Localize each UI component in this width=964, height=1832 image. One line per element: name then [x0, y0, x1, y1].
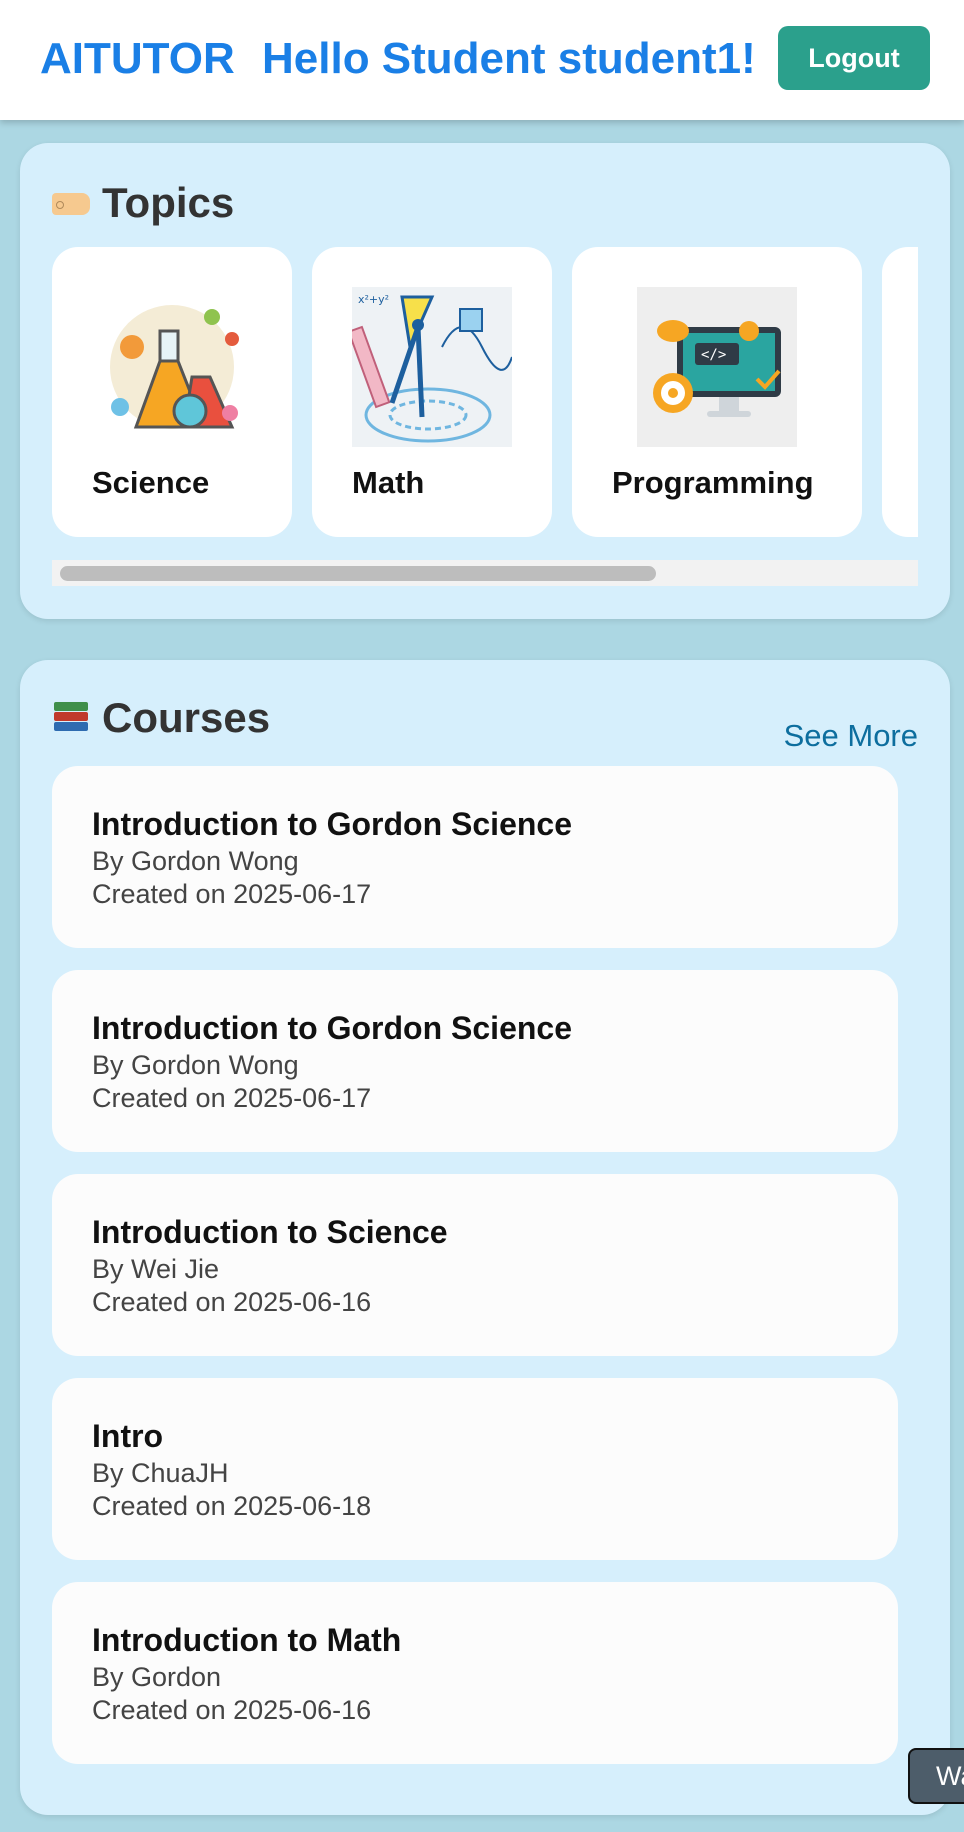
courses-title: Courses	[102, 694, 271, 741]
topics-carousel[interactable]: Science x²+y² Math </> Programming	[52, 247, 918, 537]
course-card[interactable]: Introduction to Gordon Science By Gordon…	[52, 766, 898, 948]
science-flasks-icon	[110, 305, 239, 429]
tag-icon	[52, 183, 92, 223]
greeting-text: Hello Student student1!	[262, 34, 756, 83]
topic-card-science[interactable]: Science	[52, 247, 292, 537]
course-title: Intro	[92, 1418, 164, 1454]
course-title: Introduction to Gordon Science	[92, 806, 572, 842]
courses-heading: Courses	[52, 694, 270, 742]
course-created-date: Created on 2025-06-17	[92, 1083, 372, 1113]
topics-title: Topics	[102, 179, 235, 226]
topic-label-math: Math	[352, 465, 425, 500]
see-more-link[interactable]: See More	[784, 718, 918, 754]
books-icon	[52, 698, 92, 738]
svg-text:</>: </>	[701, 347, 726, 363]
chat-widget-label: Wa	[936, 1760, 964, 1791]
course-title: Introduction to Gordon Science	[92, 1010, 572, 1046]
math-compass-icon: x²+y²	[352, 287, 512, 447]
svg-text:x²+y²: x²+y²	[358, 293, 389, 306]
topics-panel: Topics Science x²+y² Math </> Programmin…	[20, 143, 950, 619]
brand-logo[interactable]: AITUTOR	[40, 34, 235, 84]
topic-label-science: Science	[92, 465, 210, 500]
course-author: By Gordon	[92, 1662, 222, 1692]
topics-scroll-thumb[interactable]	[60, 566, 656, 581]
course-title: Introduction to Math	[92, 1622, 402, 1658]
course-created-date: Created on 2025-06-17	[92, 879, 372, 909]
course-card[interactable]: Introduction to Science By Wei Jie Creat…	[52, 1174, 898, 1356]
courses-panel: Courses See More Introduction to Gordon …	[20, 660, 950, 1815]
course-card[interactable]: Introduction to Gordon Science By Gordon…	[52, 970, 898, 1152]
topics-heading: Topics	[52, 179, 234, 227]
course-title: Introduction to Science	[92, 1214, 448, 1250]
course-created-date: Created on 2025-06-16	[92, 1695, 372, 1725]
top-header: AITUTOR Hello Student student1! Logout	[0, 0, 964, 120]
course-author: By ChuaJH	[92, 1458, 229, 1488]
course-card[interactable]: Introduction to Math By Gordon Created o…	[52, 1582, 898, 1764]
course-created-date: Created on 2025-06-18	[92, 1491, 372, 1521]
topic-card-partial[interactable]	[882, 247, 918, 537]
course-created-date: Created on 2025-06-16	[92, 1287, 372, 1317]
topic-card-programming[interactable]: </> Programming	[572, 247, 862, 537]
topic-label-programming: Programming	[612, 465, 814, 500]
programming-monitor-icon: </>	[637, 287, 797, 447]
course-author: By Wei Jie	[92, 1254, 220, 1284]
course-author: By Gordon Wong	[92, 846, 299, 876]
topic-card-math[interactable]: x²+y² Math	[312, 247, 552, 537]
chat-widget-button[interactable]: Wa	[908, 1748, 964, 1804]
topics-scrollbar[interactable]	[52, 560, 918, 586]
course-card[interactable]: Intro By ChuaJH Created on 2025-06-18	[52, 1378, 898, 1560]
course-author: By Gordon Wong	[92, 1050, 299, 1080]
logout-button[interactable]: Logout	[778, 26, 930, 90]
